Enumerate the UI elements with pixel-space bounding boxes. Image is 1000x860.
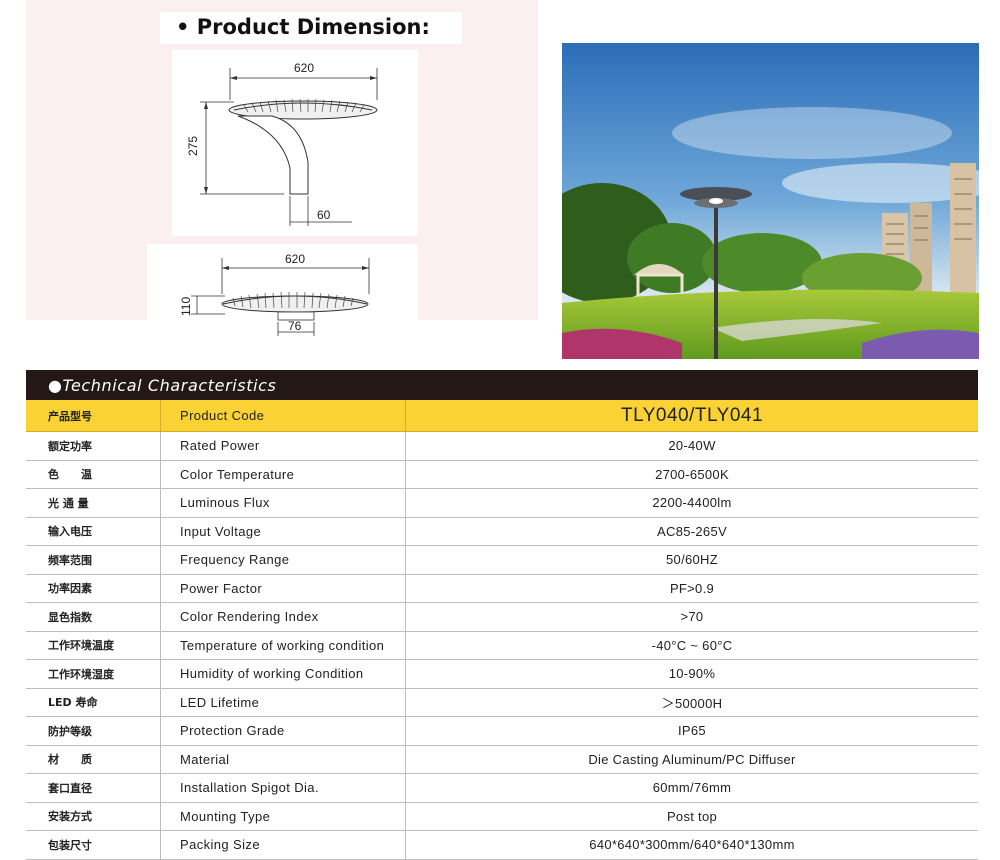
header-cn: 产品型号 (26, 400, 161, 431)
side-width-label: 620 (294, 61, 314, 75)
table-row: 材 质 Material Die Casting Aluminum/PC Diffu… (26, 745, 978, 774)
spec-value: PF>0.9 (669, 580, 715, 596)
spec-value: 60mm/76mm (652, 780, 732, 796)
spec-label-en: Rated Power (161, 432, 406, 460)
spec-value: AC85-265V (657, 523, 727, 539)
spec-label-en: Mounting Type (161, 802, 406, 830)
spec-label-en: LED Lifetime (161, 688, 406, 716)
side-view-drawing: 620 275 60 (172, 50, 418, 236)
table-row: 色 温 Color Temperature 2700-6500K (26, 460, 978, 489)
spec-label-cn: 色 温 (26, 460, 161, 488)
spec-label-cn: 工作环境温度 (26, 631, 161, 659)
spec-value: 2700-6500K (655, 466, 729, 482)
spec-label-en: Packing Size (161, 831, 406, 859)
spec-value: Post top (666, 808, 718, 824)
table-row: 显色指数 Color Rendering Index >70 (26, 603, 978, 632)
spec-label-en: Humidity of working Condition (161, 660, 406, 688)
spec-label-cn: 套口直径 (26, 774, 161, 802)
spec-value: ＞50000H (661, 695, 723, 711)
dimension-title: • Product Dimension: (176, 15, 430, 39)
spec-header-row: 产品型号 Product Code TLY040/TLY041 (26, 400, 978, 432)
table-row: 防护等级 Protection Grade IP65 (26, 717, 978, 746)
table-row: 额定功率 Rated Power 20-40W (26, 432, 978, 461)
table-row: LED 寿命 LED Lifetime ＞50000H (26, 688, 978, 717)
spec-label-en: Protection Grade (161, 717, 406, 745)
spec-label-en: Color Rendering Index (161, 603, 406, 631)
header-en: Product Code (161, 400, 406, 431)
spec-label-cn: 光 通 量 (26, 489, 161, 517)
spec-label-cn: 防护等级 (26, 717, 161, 745)
spec-label-en: Power Factor (161, 574, 406, 602)
table-row: 工作环境温度 Temperature of working condition -4… (26, 631, 978, 660)
table-row: 工作环境湿度 Humidity of working Condition 10-90… (26, 660, 978, 689)
spec-label-cn: 额定功率 (26, 432, 161, 460)
header-value: TLY040/TLY041 (620, 404, 764, 426)
spec-value: 50/60HZ (666, 552, 718, 568)
spec-value: Die Casting Aluminum/PC Diffuser (588, 751, 796, 767)
spec-label-en: Color Temperature (161, 460, 406, 488)
spec-label-cn: 频率范围 (26, 546, 161, 574)
table-row: 套口直径 Installation Spigot Dia. 60mm/76mm (26, 774, 978, 803)
technical-title: ●Technical Characteristics (48, 376, 277, 395)
spec-value: 640*640*300mm/640*640*130mm (589, 837, 795, 853)
table-row: 包装尺寸 Packing Size 640*640*300mm/640*640*13… (26, 831, 978, 860)
spec-value: >70 (680, 609, 704, 625)
spec-label-en: Frequency Range (161, 546, 406, 574)
spec-value: IP65 (678, 723, 706, 739)
spec-value: 10-90% (668, 666, 716, 682)
spec-label-en: Temperature of working condition (161, 631, 406, 659)
front-view-drawing: 620 110 76 (147, 244, 418, 340)
spec-label-cn: 包装尺寸 (26, 831, 161, 859)
table-row: 输入电压 Input Voltage AC85-265V (26, 517, 978, 546)
table-row: 安装方式 Mounting Type Post top (26, 802, 978, 831)
spec-table: 产品型号 Product Code TLY040/TLY041 额定功率 Rate… (26, 400, 978, 860)
street-lamp-photo (562, 43, 979, 359)
spec-label-en: Material (161, 745, 406, 773)
front-width-label: 620 (285, 252, 305, 266)
spec-label-cn: 安装方式 (26, 802, 161, 830)
spec-label-cn: 功率因素 (26, 574, 161, 602)
spec-value: 2200-4400lm (652, 495, 732, 511)
spec-label-cn: 显色指数 (26, 603, 161, 631)
spec-label-cn: 输入电压 (26, 517, 161, 545)
spec-value: 20-40W (668, 438, 716, 454)
spec-label-en: Input Voltage (161, 517, 406, 545)
table-row: 光 通 量 Luminous Flux 2200-4400lm (26, 489, 978, 518)
side-height-label: 275 (186, 136, 200, 156)
spec-label-cn: 工作环境湿度 (26, 660, 161, 688)
pole-diameter-label: 60 (317, 208, 331, 222)
spec-label-cn: 材 质 (26, 745, 161, 773)
spec-label-en: Installation Spigot Dia. (161, 774, 406, 802)
table-row: 功率因素 Power Factor PF>0.9 (26, 574, 978, 603)
spec-label-en: Luminous Flux (161, 489, 406, 517)
spec-label-cn: LED 寿命 (26, 688, 161, 716)
spigot-label: 76 (288, 319, 302, 333)
spec-value: -40°C ~ 60°C (651, 637, 733, 653)
table-row: 频率范围 Frequency Range 50/60HZ (26, 546, 978, 575)
front-height-label: 110 (179, 297, 193, 316)
